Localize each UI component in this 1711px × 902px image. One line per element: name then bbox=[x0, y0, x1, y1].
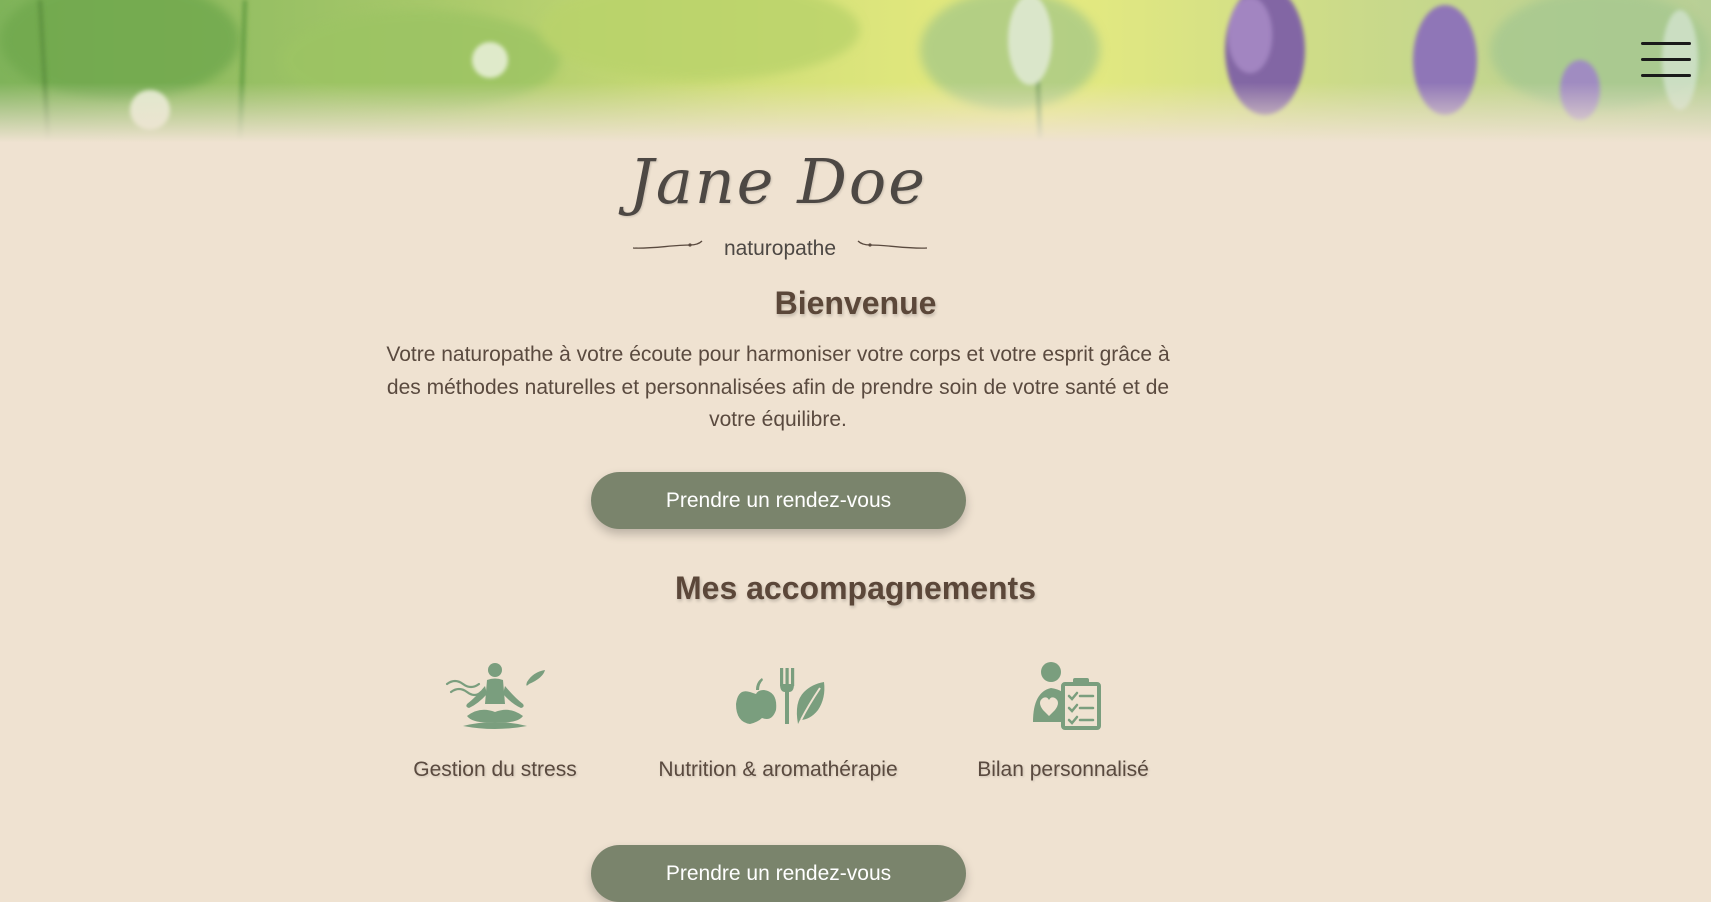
service-personal-checkup[interactable]: Bilan personnalisé bbox=[923, 658, 1203, 782]
book-appointment-button[interactable]: Prendre un rendez-vous bbox=[591, 472, 966, 529]
hero-banner bbox=[0, 0, 1711, 150]
service-label: Nutrition & aromathérapie bbox=[658, 758, 898, 781]
service-stress-management[interactable]: Gestion du stress bbox=[355, 658, 635, 782]
tagline-row: naturopathe bbox=[620, 233, 940, 263]
service-label: Bilan personnalisé bbox=[977, 758, 1149, 781]
services-title: Mes accompagnements bbox=[674, 570, 1036, 606]
meditation-icon bbox=[445, 663, 545, 729]
right-swash-icon bbox=[857, 240, 928, 249]
nutrition-icon bbox=[736, 668, 825, 724]
hamburger-menu-icon[interactable] bbox=[1641, 40, 1693, 82]
service-label: Gestion du stress bbox=[413, 758, 577, 781]
book-appointment-button-bottom[interactable]: Prendre un rendez-vous bbox=[591, 845, 966, 902]
checkup-clipboard-icon bbox=[1033, 662, 1101, 730]
service-nutrition-aromatherapy[interactable]: Nutrition & aromathérapie bbox=[638, 658, 918, 782]
brand-logo: Jane Doe bbox=[629, 145, 927, 218]
flower-field-image bbox=[0, 0, 1711, 150]
welcome-title: Bienvenue bbox=[774, 285, 937, 321]
welcome-text: Votre naturopathe à votre écoute pour ha… bbox=[386, 343, 1170, 431]
